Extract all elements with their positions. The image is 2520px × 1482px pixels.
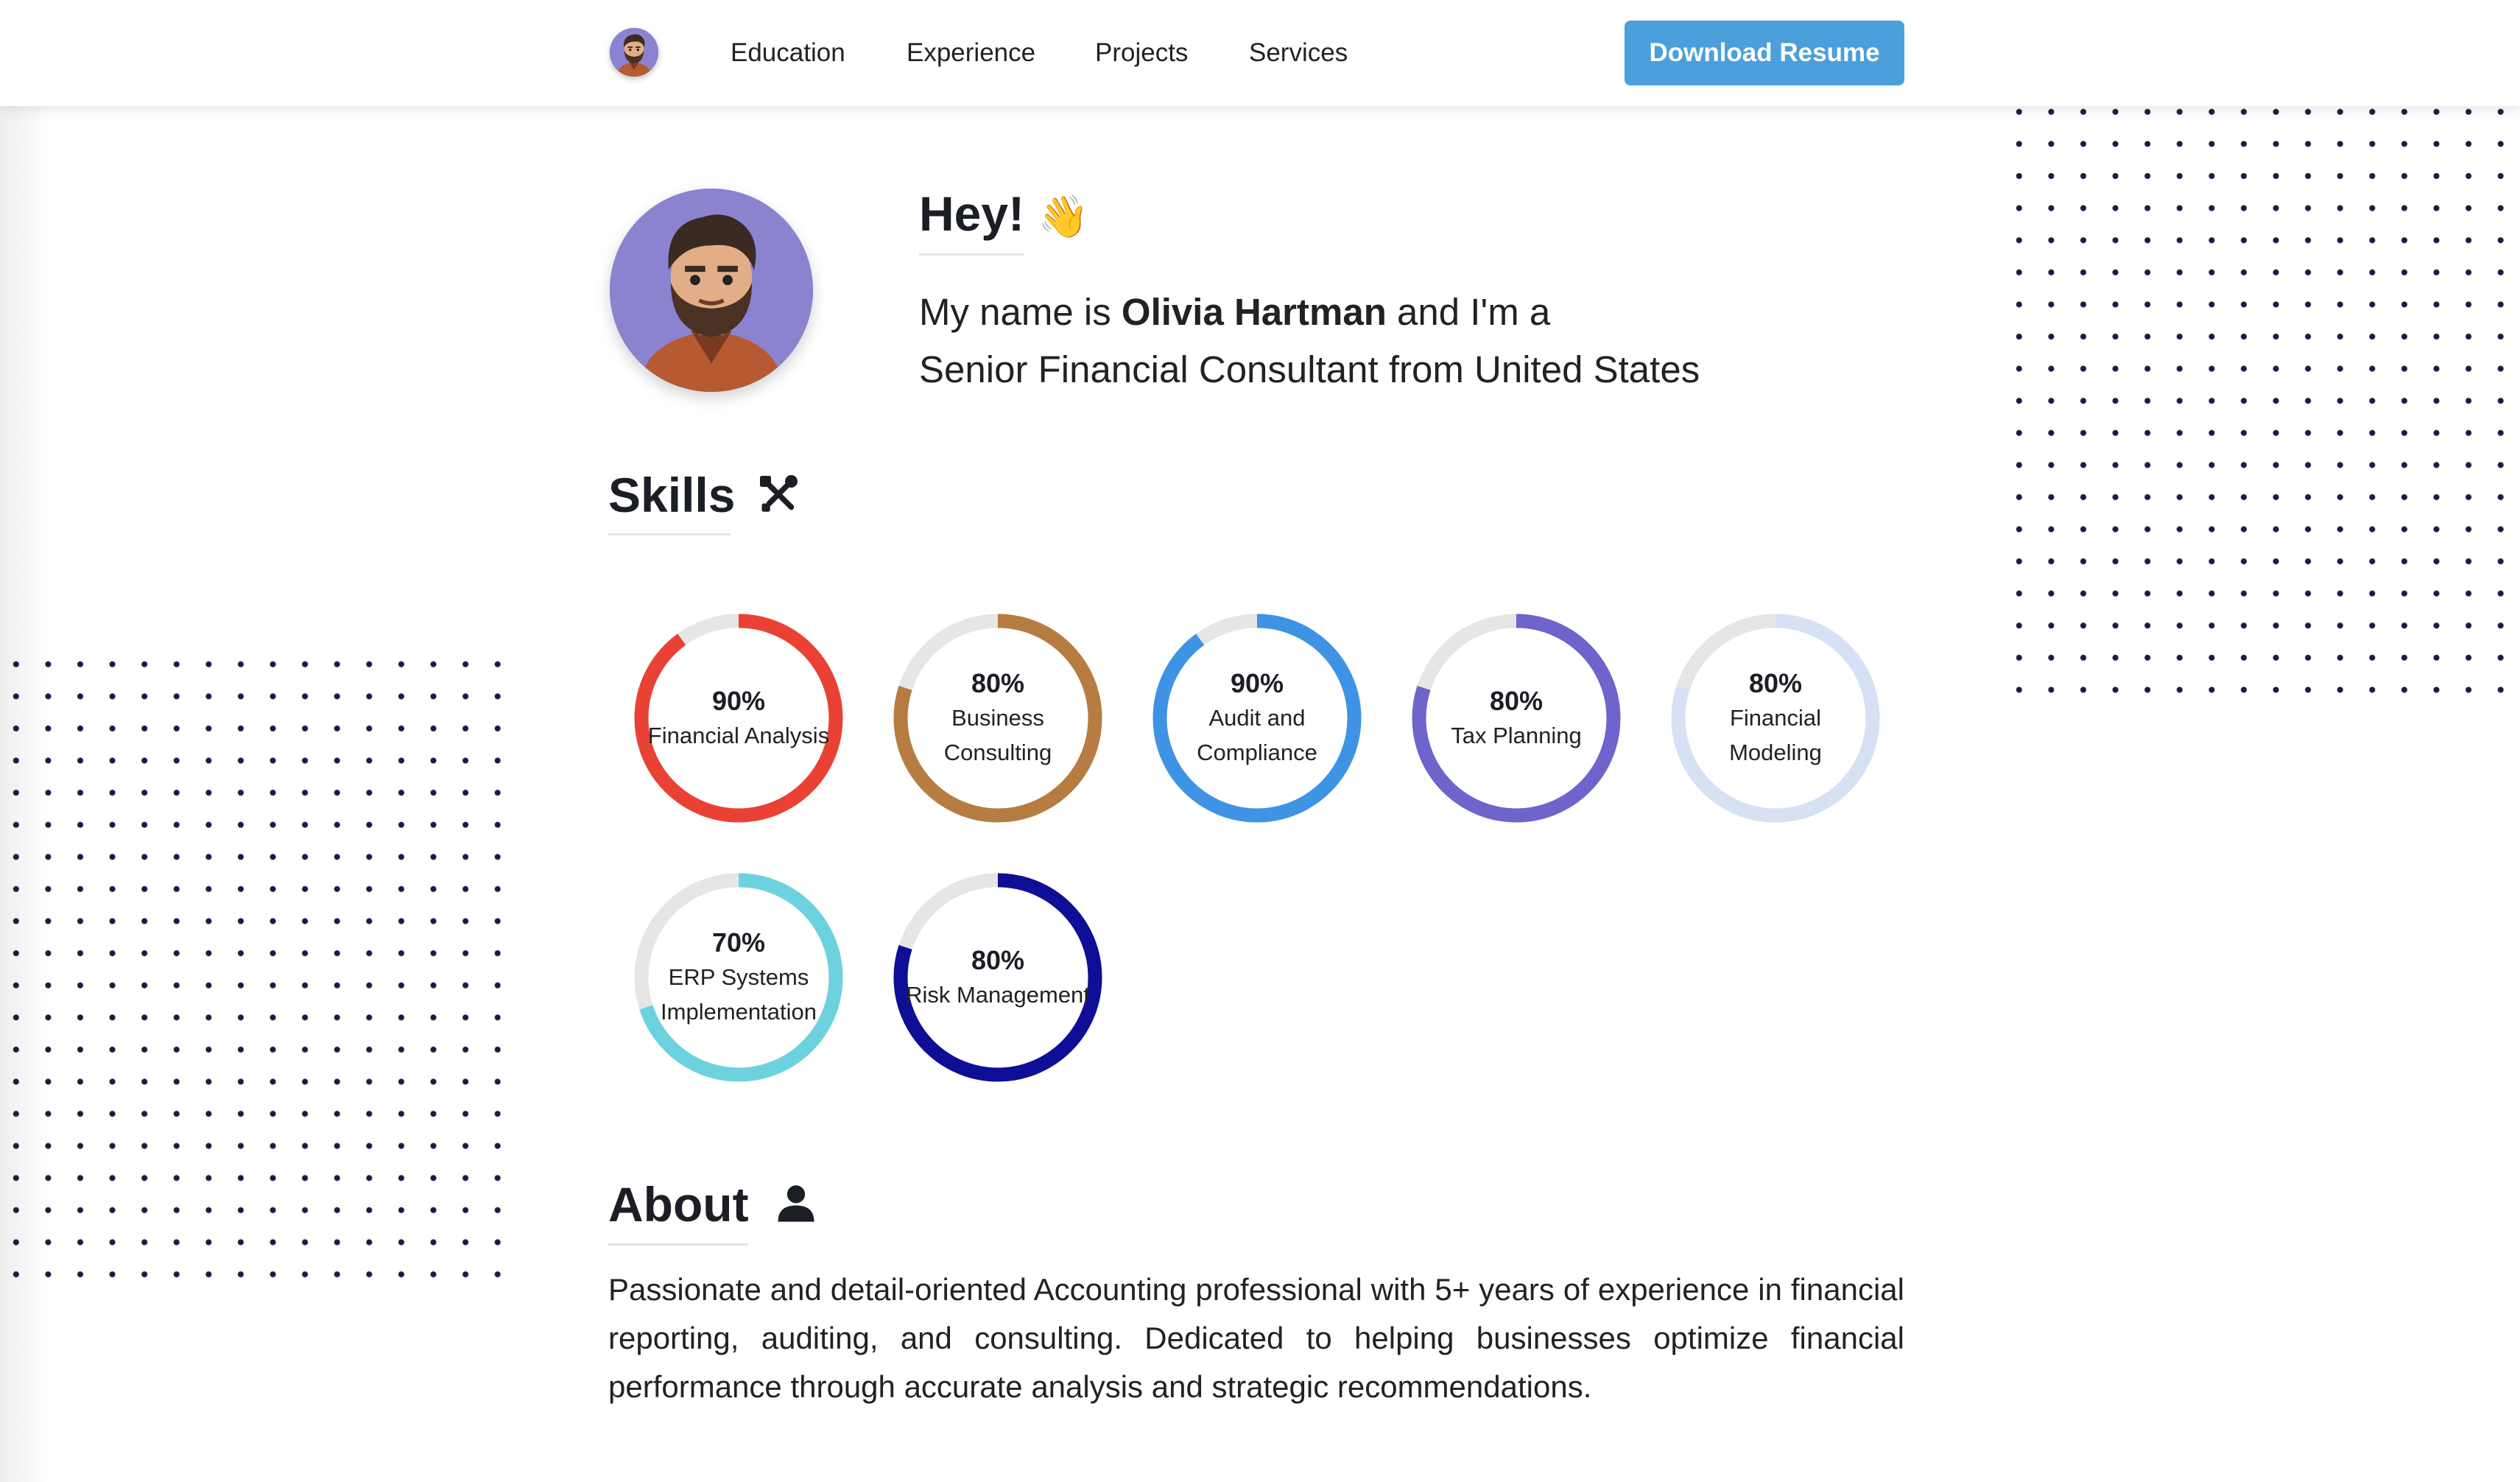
- about-title: About: [608, 1177, 749, 1232]
- nav-avatar[interactable]: [610, 28, 658, 77]
- skill-percent: 80%: [971, 944, 1025, 975]
- skill-text: 80% Business Consulting: [887, 608, 1108, 829]
- skill-label: Audit and Compliance: [1197, 705, 1317, 765]
- dot-pattern-right: [2003, 96, 2520, 707]
- avatar-image: [610, 189, 813, 392]
- dot-pattern-left: [0, 648, 508, 1296]
- skill-percent: 90%: [1230, 668, 1284, 698]
- about-heading: About: [608, 1175, 817, 1234]
- skill-label: Business Consulting: [943, 705, 1052, 765]
- skills-underline: [608, 533, 731, 535]
- skills-heading: Skills: [608, 466, 800, 524]
- skill-card: 80% Financial Modeling: [1665, 608, 1886, 829]
- skill-text: 90% Financial Analysis: [628, 608, 849, 829]
- skill-text: 80% Financial Modeling: [1665, 608, 1886, 829]
- skills-title: Skills: [608, 468, 736, 522]
- nav-link-experience[interactable]: Experience: [907, 37, 1035, 69]
- skill-label: Tax Planning: [1451, 722, 1582, 748]
- skill-text: 80% Risk Management: [887, 867, 1108, 1088]
- intro-prefix: My name is: [919, 291, 1122, 333]
- greeting-underline: [919, 253, 1024, 256]
- intro-line: My name is Olivia Hartman and I'm a: [919, 289, 1550, 336]
- skill-card: 80% Risk Management: [887, 867, 1108, 1088]
- skill-text: 70% ERP Systems Implementation: [628, 867, 849, 1088]
- skill-label: Financial Modeling: [1729, 705, 1822, 765]
- skill-percent: 80%: [971, 668, 1025, 698]
- profile-avatar: [610, 189, 813, 392]
- skill-percent: 80%: [1489, 685, 1544, 716]
- skill-percent: 90%: [711, 685, 766, 716]
- skill-percent: 70%: [711, 927, 766, 958]
- about-underline: [608, 1243, 748, 1246]
- skill-label: Risk Management: [906, 981, 1090, 1008]
- skill-label: Financial Analysis: [647, 722, 830, 748]
- nav-link-projects[interactable]: Projects: [1095, 37, 1188, 69]
- skill-percent: 80%: [1748, 668, 1803, 698]
- person-name: Olivia Hartman: [1121, 291, 1387, 333]
- skill-card: 70% ERP Systems Implementation: [628, 867, 849, 1088]
- skill-card: 90% Audit and Compliance: [1147, 608, 1368, 829]
- skill-text: 80% Tax Planning: [1406, 608, 1627, 829]
- skill-card: 80% Tax Planning: [1406, 608, 1627, 829]
- nav-link-services[interactable]: Services: [1249, 37, 1348, 69]
- download-resume-button[interactable]: Download Resume: [1625, 21, 1904, 85]
- intro-suffix: and I'm a: [1386, 291, 1551, 333]
- greeting-heading: Hey! 👋: [919, 184, 1089, 246]
- waving-hand-icon: 👋: [1038, 193, 1090, 239]
- nav-link-education[interactable]: Education: [731, 37, 845, 69]
- skill-card: 80% Business Consulting: [887, 608, 1108, 829]
- avatar-image: [610, 28, 658, 77]
- top-navbar: Education Experience Projects Services D…: [0, 0, 2520, 106]
- skill-card: 90% Financial Analysis: [628, 608, 849, 829]
- user-icon: [778, 1185, 814, 1222]
- about-text: Passionate and detail-oriented Accountin…: [608, 1272, 1904, 1404]
- skill-label: ERP Systems Implementation: [661, 964, 817, 1025]
- skill-text: 90% Audit and Compliance: [1147, 608, 1368, 829]
- tools-icon: [759, 475, 798, 512]
- greeting-text: Hey!: [919, 186, 1025, 241]
- role-line: Senior Financial Consultant from United …: [919, 348, 1700, 390]
